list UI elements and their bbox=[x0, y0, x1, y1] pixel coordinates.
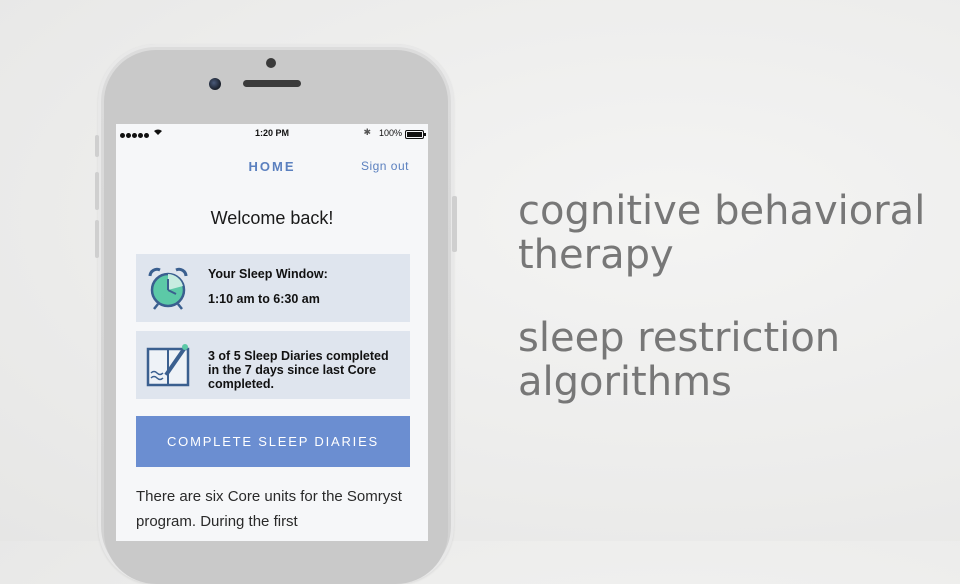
tagline-line: sleep restriction bbox=[518, 315, 841, 361]
tagline-cbt: cognitive behavioral therapy bbox=[518, 189, 925, 277]
phone-side-button bbox=[95, 172, 99, 210]
phone-side-button bbox=[95, 135, 99, 157]
tagline-line: therapy bbox=[518, 232, 674, 278]
battery-percent: 100% bbox=[378, 128, 402, 138]
phone-side-button bbox=[95, 220, 99, 258]
sign-out-link[interactable]: Sign out bbox=[361, 159, 409, 173]
sleep-window-time: 1:10 am to 6:30 am bbox=[208, 292, 320, 306]
complete-sleep-diaries-button[interactable]: COMPLETE SLEEP DIARIES bbox=[136, 416, 410, 467]
sleep-diaries-card: 3 of 5 Sleep Diaries completed in the 7 … bbox=[136, 331, 410, 399]
proximity-sensor bbox=[266, 58, 276, 68]
phone-power-button bbox=[452, 196, 457, 252]
diary-pencil-icon bbox=[146, 343, 190, 387]
tagline-line: algorithms bbox=[518, 359, 732, 405]
front-camera bbox=[209, 78, 221, 90]
earpiece-speaker bbox=[243, 80, 301, 87]
core-units-description: There are six Core units for the Somryst… bbox=[136, 488, 402, 530]
app-screen: 1:20 PM ✱ 100% HOME Sign out Welcome bac… bbox=[116, 124, 428, 541]
status-bar: 1:20 PM ✱ 100% bbox=[116, 124, 428, 142]
tagline-line: cognitive behavioral bbox=[518, 188, 926, 234]
battery-icon bbox=[405, 130, 426, 139]
alarm-clock-icon bbox=[146, 266, 190, 310]
welcome-heading: Welcome back! bbox=[210, 208, 334, 228]
tagline-sleep-restriction: sleep restriction algorithms bbox=[518, 316, 840, 404]
sleep-diaries-status: 3 of 5 Sleep Diaries completed in the 7 … bbox=[208, 349, 389, 391]
sleep-window-title: Your Sleep Window: bbox=[208, 267, 328, 281]
sleep-window-card: Your Sleep Window: 1:10 am to 6:30 am bbox=[136, 254, 410, 322]
bluetooth-icon: ✱ bbox=[363, 127, 371, 137]
